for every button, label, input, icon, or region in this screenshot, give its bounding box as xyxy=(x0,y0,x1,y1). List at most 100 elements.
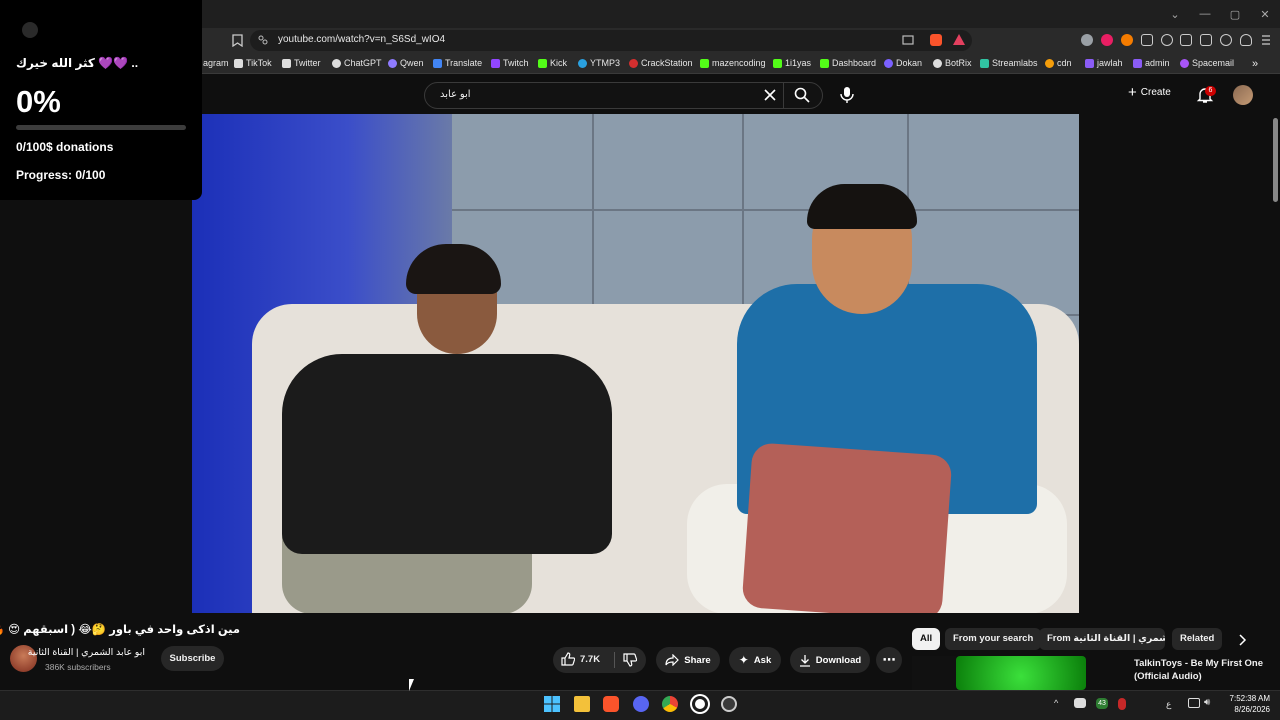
taskbar-clock-time[interactable]: 7:52:38 AM xyxy=(1224,694,1270,703)
show-hidden-icons-icon[interactable]: ^ xyxy=(1054,698,1058,708)
bookmark-1i1yas[interactable]: 1i1yas xyxy=(773,58,811,68)
site-info-icon[interactable] xyxy=(258,35,268,45)
chip-related[interactable]: Related xyxy=(1172,628,1223,650)
app-icon[interactable] xyxy=(721,696,737,712)
notification-count-badge: 6 xyxy=(1205,86,1216,96)
brave-browser-icon[interactable] xyxy=(603,696,619,712)
create-button[interactable]: + Create xyxy=(1128,85,1171,100)
ask-label: Ask xyxy=(753,654,772,666)
like-divider xyxy=(614,652,615,668)
thumbs-down-icon[interactable] xyxy=(623,653,637,667)
share-button[interactable]: Share xyxy=(656,647,720,673)
extension-icon-3[interactable] xyxy=(1121,34,1133,46)
bookmark-dashboard[interactable]: Dashboard xyxy=(820,58,876,68)
recommendation-thumbnail[interactable] xyxy=(956,656,1086,690)
volume-icon[interactable]: 🔊︎ xyxy=(1204,697,1210,708)
scrollbar-thumb[interactable] xyxy=(1273,118,1278,202)
video-player[interactable] xyxy=(192,114,1079,613)
search-icon[interactable] xyxy=(794,87,810,103)
chip-from-your-search[interactable]: From your search xyxy=(945,628,1042,650)
brave-rewards-icon[interactable] xyxy=(953,34,965,45)
subscribe-button[interactable]: Subscribe xyxy=(161,646,224,671)
tray-discord-icon[interactable] xyxy=(1074,698,1086,708)
bookmark-streamlabs[interactable]: Streamlabs xyxy=(980,58,1038,68)
sparkle-icon: ✦ xyxy=(738,653,749,667)
bookmark-twitter[interactable]: Twitter xyxy=(282,58,321,68)
obs-icon[interactable] xyxy=(692,696,708,712)
extension-icon-2[interactable] xyxy=(1101,34,1113,46)
tray-badge-icon[interactable]: 43 xyxy=(1096,698,1108,709)
download-icon xyxy=(799,654,810,667)
share-label: Share xyxy=(684,654,711,666)
tab-list-icon[interactable]: ⌄ xyxy=(1160,8,1190,21)
channel-name[interactable]: ابو عابد الشمري | القناة الثانية xyxy=(28,647,145,658)
ask-button[interactable]: ✦ Ask xyxy=(729,647,781,673)
donation-progress-text: Progress: 0/100 xyxy=(16,168,106,182)
mouse-cursor xyxy=(409,679,414,691)
bookmark-crackstation[interactable]: CrackStation xyxy=(629,58,693,68)
bookmark-ytmp3[interactable]: YTMP3 xyxy=(578,58,620,68)
windows-start-icon[interactable] xyxy=(544,696,560,712)
url-text: youtube.com/watch?v=n_S6Sd_wIO4 xyxy=(278,34,446,45)
bookmark-page-icon[interactable] xyxy=(232,34,243,47)
bookmark-dokan[interactable]: Dokan xyxy=(884,58,922,68)
network-icon[interactable] xyxy=(1188,698,1200,708)
download-button[interactable]: Download xyxy=(790,647,870,673)
bookmark-admin[interactable]: admin xyxy=(1133,58,1170,68)
media-control-icon[interactable] xyxy=(1161,34,1173,46)
maximize-button[interactable]: ▢ xyxy=(1220,8,1250,21)
tray-mic-icon[interactable] xyxy=(1118,698,1126,710)
bookmark-chatgpt[interactable]: ChatGPT xyxy=(332,58,382,68)
voice-search-icon[interactable] xyxy=(836,84,858,106)
download-label: Download xyxy=(815,654,862,666)
bookmark-cdn[interactable]: cdn xyxy=(1045,58,1072,68)
clear-search-icon[interactable] xyxy=(764,89,776,101)
close-window-button[interactable]: ✕ xyxy=(1250,8,1280,21)
chrome-icon[interactable] xyxy=(662,696,678,712)
video-scene-pillow xyxy=(741,442,953,613)
chip-all[interactable]: All xyxy=(912,628,941,650)
bookmark-kick[interactable]: Kick xyxy=(538,58,567,68)
more-bookmarks-icon[interactable]: » xyxy=(1252,58,1258,70)
bookmark-botrix[interactable]: BotRix xyxy=(933,58,972,68)
cast-icon[interactable] xyxy=(902,35,914,45)
input-language-indicator[interactable]: ع xyxy=(1166,699,1171,710)
brave-shield-icon[interactable] xyxy=(930,34,942,46)
bookmark-jawlah[interactable]: jawlah xyxy=(1085,58,1123,68)
bookmark-tiktok[interactable]: TikTok xyxy=(234,58,272,68)
bookmark-spacemail[interactable]: Spacemail xyxy=(1180,58,1234,68)
bookmark-translate[interactable]: Translate xyxy=(433,58,482,68)
bookmark-instagram[interactable]: agram xyxy=(203,58,229,68)
extension-icon-1[interactable] xyxy=(1081,34,1093,46)
recommendation-title[interactable]: TalkinToys - Be My First One (Official A… xyxy=(1134,657,1274,683)
chip-from-channel[interactable]: From ابو عابد الشمري | القناة الثانية xyxy=(1039,628,1165,650)
video-title: مين اذكى واحد في باور 🤔😂 ( اسبقهم 😍 🔥 ) xyxy=(0,624,240,636)
bookmark-twitch[interactable]: Twitch xyxy=(491,58,529,68)
bookmark-qwen[interactable]: Qwen xyxy=(388,58,424,68)
donation-progress-bar xyxy=(16,125,186,130)
bookmark-mazencoding[interactable]: mazencoding xyxy=(700,58,766,68)
minimize-button[interactable]: — xyxy=(1190,8,1220,20)
like-button[interactable]: 7.7K xyxy=(561,652,600,666)
vpn-icon[interactable] xyxy=(1240,34,1252,46)
discord-icon[interactable] xyxy=(633,696,649,712)
leo-ai-icon[interactable] xyxy=(1220,34,1232,46)
sidebar-toggle-icon[interactable] xyxy=(1180,34,1192,46)
more-actions-icon[interactable]: ⋯ xyxy=(876,647,902,673)
video-person-right-hair xyxy=(807,184,917,229)
donation-goal-widget: كثر الله خيرك 💜💜 .. 0% 0/100$ donations … xyxy=(0,0,202,200)
taskbar-clock-date[interactable]: 8/26/2026 xyxy=(1224,705,1270,714)
chevron-right-icon[interactable] xyxy=(1239,634,1247,646)
recommendation-thumbnail-edge xyxy=(912,656,956,690)
donation-title: كثر الله خيرك 💜💜 .. xyxy=(16,56,139,70)
account-avatar[interactable] xyxy=(1233,85,1253,105)
like-count: 7.7K xyxy=(580,653,601,665)
donation-amount: 0/100$ donations xyxy=(16,140,114,154)
wallet-icon[interactable] xyxy=(1200,34,1212,46)
browser-menu-icon[interactable] xyxy=(1261,34,1271,46)
donation-percent: 0% xyxy=(16,84,61,119)
file-explorer-icon[interactable] xyxy=(574,696,590,712)
subscriber-count: 386K subscribers xyxy=(45,662,111,672)
search-divider xyxy=(783,82,784,109)
extensions-puzzle-icon[interactable] xyxy=(1141,34,1153,46)
